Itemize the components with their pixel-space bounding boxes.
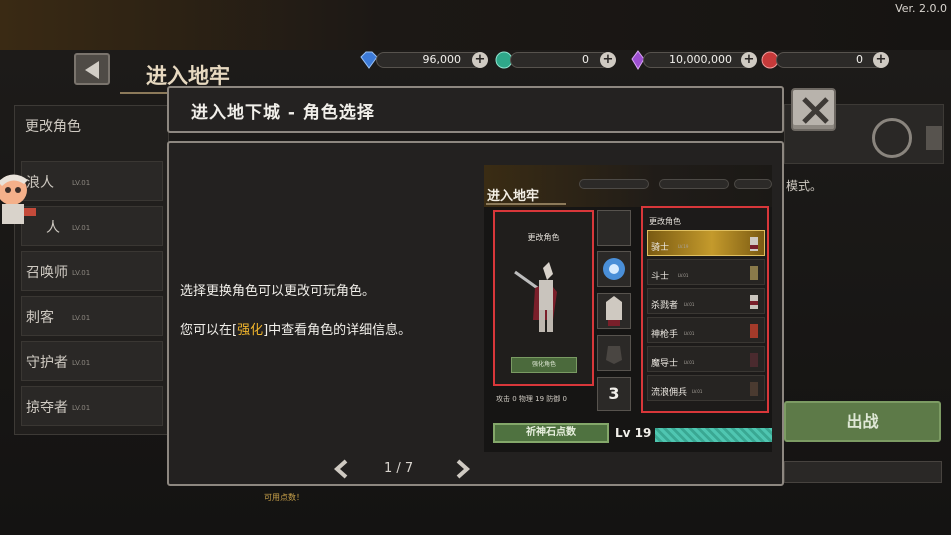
preview-character-panel: 更改角色 强化角色 xyxy=(493,210,594,386)
sortie-button[interactable]: 出战 xyxy=(784,401,941,442)
preview-title: 进入地牢 xyxy=(487,189,540,204)
description-text: 您可以在[ xyxy=(180,323,238,338)
preview-enhance-button: 强化角色 xyxy=(511,357,577,373)
back-button[interactable] xyxy=(74,53,110,85)
character-level: LV.01 xyxy=(72,269,91,277)
preview-role-level: LV.01 xyxy=(684,331,695,336)
knight-character-sprite xyxy=(514,262,557,332)
preview-role-name: 斗士 xyxy=(651,272,670,282)
preview-role-list: 更改角色 骑士 LV.19 斗士 LV.01 杀戮者 LV.01 神枪手 LV.… xyxy=(641,206,769,413)
preview-empty-slot xyxy=(597,335,631,371)
preview-role-level: LV.01 xyxy=(692,389,703,394)
preview-character-header: 更改角色 xyxy=(527,233,560,242)
knight-icon xyxy=(750,237,758,251)
preview-role-list-header: 更改角色 xyxy=(649,217,681,226)
add-green-gem-button[interactable]: + xyxy=(600,52,616,68)
resource-red-orb: 0 xyxy=(776,52,884,68)
character-level: LV.01 xyxy=(72,179,91,187)
character-level: LV.01 xyxy=(72,359,91,367)
character-level: LV.01 xyxy=(72,224,91,232)
preview-role-name: 神枪手 xyxy=(651,330,679,340)
preview-resource-pill xyxy=(734,179,772,189)
preview-role-name: 骑士 xyxy=(651,243,670,253)
modal-title: 进入地下城 - 角色选择 xyxy=(191,103,375,123)
preview-role-level: LV.01 xyxy=(684,302,695,307)
character-level: LV.01 xyxy=(72,404,91,412)
add-purple-crystal-button[interactable]: + xyxy=(741,52,757,68)
character-row[interactable]: 召唤师 LV.01 xyxy=(21,251,163,291)
resource-green-gem: 0 xyxy=(510,52,610,68)
fighter-icon xyxy=(750,266,758,280)
preview-level: Lv 19 xyxy=(615,426,652,440)
preview-skill-slot xyxy=(597,251,631,287)
add-blue-gem-button[interactable]: + xyxy=(472,52,488,68)
top-bar xyxy=(0,0,951,50)
enhance-highlight: 强化 xyxy=(237,323,264,338)
mercenary-icon xyxy=(750,382,758,396)
preview-role-level: LV.01 xyxy=(678,273,689,278)
ice-skill-icon xyxy=(603,258,625,280)
close-icon xyxy=(802,97,829,124)
gunslinger-icon xyxy=(750,324,758,338)
character-level: LV.01 xyxy=(72,314,91,322)
knight-portrait-icon xyxy=(606,296,622,326)
fist-icon xyxy=(606,346,622,364)
tutorial-preview-image: 进入地牢 更改角色 强化角色 3 攻击 0 物理 19 防御 0 更改角色 骑士… xyxy=(484,165,772,452)
dropdown-toggle[interactable] xyxy=(926,126,942,150)
preview-portrait-slot xyxy=(597,293,631,329)
preview-prayer-points-button: 祈神石点数 xyxy=(493,423,609,443)
bottom-bar xyxy=(784,461,942,483)
character-row[interactable]: 刺客 LV.01 xyxy=(21,296,163,336)
description-text: ]中查看角色的详细信息。 xyxy=(263,323,412,338)
preview-role-row: 流浪佣兵 LV.01 xyxy=(647,375,765,401)
preview-resource-pill xyxy=(579,179,649,189)
preview-role-name: 流浪佣兵 xyxy=(651,388,688,398)
character-list-panel: 更改角色 浪人 LV.01 人 LV.01 召唤师 LV.01 刺客 LV.01… xyxy=(14,105,169,435)
description-line-2: 您可以在[强化]中查看角色的详细信息。 xyxy=(180,319,411,338)
character-name: 守护者 xyxy=(26,355,68,371)
next-page-button[interactable] xyxy=(455,459,471,479)
preview-weapon-slot xyxy=(597,210,631,246)
preview-role-level: LV.01 xyxy=(684,360,695,365)
preview-role-row: 斗士 LV.01 xyxy=(647,259,765,285)
description-line-1: 选择更换角色可以更改可玩角色。 xyxy=(180,284,376,299)
preview-role-level: LV.19 xyxy=(678,244,689,249)
preview-stats: 攻击 0 物理 19 防御 0 xyxy=(496,395,567,403)
preview-role-row: 骑士 LV.19 xyxy=(647,230,765,256)
character-list-header: 更改角色 xyxy=(25,119,81,135)
preview-title-underline xyxy=(486,203,566,205)
mage-icon xyxy=(750,353,758,367)
shield-icon xyxy=(872,118,912,158)
character-row[interactable]: 人 LV.01 xyxy=(21,206,163,246)
preview-role-row: 杀戮者 LV.01 xyxy=(647,288,765,314)
preview-role-name: 杀戮者 xyxy=(651,301,679,311)
preview-role-row: 魔导士 LV.01 xyxy=(647,346,765,372)
resource-blue-gem: 96,000 xyxy=(376,52,482,68)
character-name: 刺客 xyxy=(26,310,54,326)
mode-description: 模式。 xyxy=(786,179,823,193)
resource-purple-crystal: 10,000,000 xyxy=(643,52,753,68)
preview-slot-count: 3 xyxy=(597,377,631,411)
slayer-icon xyxy=(750,295,758,309)
character-name: 掠夺者 xyxy=(26,400,68,416)
add-red-orb-button[interactable]: + xyxy=(873,52,889,68)
modal-body: 选择更换角色可以更改可玩角色。 您可以在[强化]中查看角色的详细信息。 进入地牢… xyxy=(167,141,784,486)
version-label: Ver. 2.0.0 xyxy=(895,2,947,15)
character-avatar xyxy=(0,174,36,224)
preview-role-row: 神枪手 LV.01 xyxy=(647,317,765,343)
character-name: 召唤师 xyxy=(26,265,68,281)
page-indicator: 1 / 7 xyxy=(384,461,414,476)
previous-page-button[interactable] xyxy=(333,459,349,479)
preview-resource-pill xyxy=(659,179,729,189)
character-row[interactable]: 掠夺者 LV.01 xyxy=(21,386,163,426)
preview-xp-bar xyxy=(655,428,772,442)
character-name: 人 xyxy=(46,220,60,236)
preview-role-name: 魔导士 xyxy=(651,359,679,369)
close-button[interactable] xyxy=(791,88,836,131)
modal-title-bar: 进入地下城 - 角色选择 xyxy=(167,86,784,133)
character-row[interactable]: 浪人 LV.01 xyxy=(21,161,163,201)
points-available-text: 可用点数！ xyxy=(264,493,304,502)
character-row[interactable]: 守护者 LV.01 xyxy=(21,341,163,381)
